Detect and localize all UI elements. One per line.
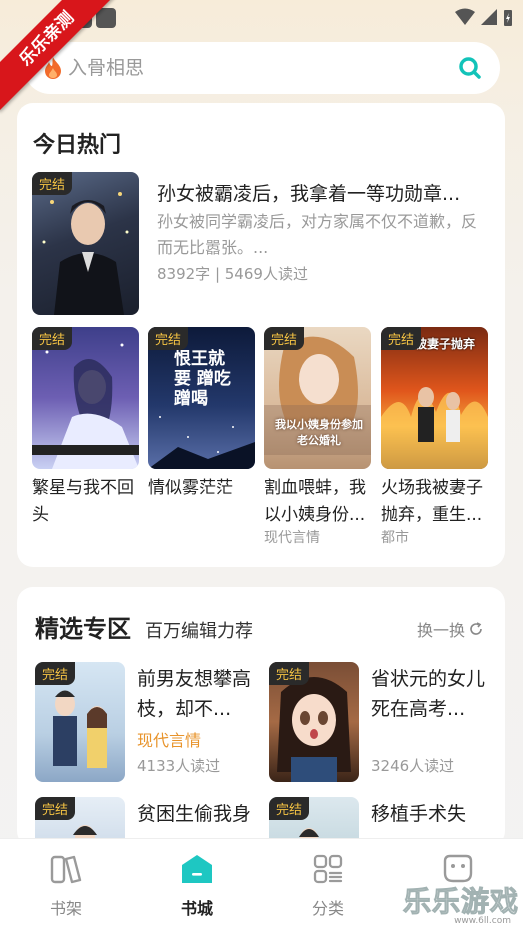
tab-label: 书架: [49, 899, 82, 918]
watermark-url: www.6ll.com: [454, 916, 511, 926]
book-cover[interactable]: 完结: [32, 172, 139, 315]
battery-icon: [504, 10, 512, 26]
search-bar[interactable]: [24, 42, 500, 94]
brand-watermark: 乐乐游戏: [402, 885, 519, 919]
status-badge: 完结: [148, 327, 189, 350]
search-icon[interactable]: [458, 56, 482, 80]
tab-category[interactable]: 分类: [288, 853, 368, 919]
book-title[interactable]: 前男友想攀高枝，却不...: [137, 664, 259, 724]
book-cover[interactable]: 被妻子抛弃 完结: [381, 327, 488, 469]
refresh-icon: [470, 622, 482, 635]
section-subtitle: 百万编辑力荐: [145, 621, 253, 642]
refresh-button[interactable]: 换一换: [417, 617, 483, 641]
selected-zone-section: 精选专区 百万编辑力荐 换一换 完结 前男友想攀高枝，却不... 现代言情 41…: [17, 587, 505, 857]
status-badge: 完结: [269, 797, 310, 820]
status-badge: 完结: [264, 327, 305, 350]
book-cover[interactable]: 我以小姨身份参加老公婚礼 完结: [264, 327, 371, 469]
book-genre-tag: 现代言情: [137, 731, 202, 750]
status-badge: 完结: [269, 662, 310, 685]
system-icons: [455, 8, 513, 26]
section-title: 精选专区: [35, 615, 131, 643]
section-header: 精选专区 百万编辑力荐: [35, 609, 253, 644]
book-title[interactable]: 火场我被妻子抛弃，重生...: [381, 475, 491, 529]
status-badge: 完结: [32, 327, 73, 350]
refresh-label: 换一换: [416, 621, 465, 640]
book-cover[interactable]: 完结: [269, 662, 359, 782]
tab-bookshelf[interactable]: 书架: [26, 853, 106, 919]
hot-today-section: 今日热门 完结 孙女被霸凌后，我拿着一等功勋章... 孙女被同学霸凌后，对方家属…: [17, 103, 505, 567]
search-input[interactable]: [68, 52, 448, 84]
section-title: 今日热门: [33, 133, 122, 158]
tab-bookstore[interactable]: 书城: [157, 853, 237, 919]
book-title[interactable]: 贫困生偷我身份，偷了...: [137, 799, 259, 829]
book-meta: 3246人读过: [371, 757, 455, 775]
featured-book-meta: 8392字 | 5469人读过: [157, 265, 308, 283]
book-title[interactable]: 省状元的女儿死在高考...: [371, 664, 493, 724]
book-cover[interactable]: 完结: [32, 327, 139, 469]
cover-title-text: 恨王就要 蹭吃蹭喝: [174, 349, 231, 409]
book-cover[interactable]: 完结: [35, 662, 125, 782]
featured-book-desc: 孙女被同学霸凌后，对方家属不仅不道歉，反而无比嚣张。...: [157, 212, 478, 257]
cover-title-text: 被妻子抛弃: [415, 337, 476, 351]
category-icon: [313, 854, 343, 884]
book-genre-tag: 都市: [381, 530, 409, 546]
book-title[interactable]: 移植手术失败，我假死...: [371, 799, 493, 829]
book-cover[interactable]: 恨王就要 蹭吃蹭喝 完结: [148, 327, 255, 469]
featured-book-title[interactable]: 孙女被霸凌后，我拿着一等功勋章...: [157, 179, 487, 206]
status-badge: 完结: [381, 327, 422, 350]
book-genre-tag: 现代言情: [264, 530, 320, 546]
status-badge: 完结: [35, 797, 76, 820]
book-title[interactable]: 割血喂蚌，我以小姨身份...: [264, 475, 374, 529]
bookshelf-icon: [50, 855, 82, 884]
bookstore-icon: [182, 855, 212, 883]
book-title[interactable]: 情似雾茫茫: [148, 475, 258, 502]
tab-label: 书城: [180, 899, 213, 918]
book-title[interactable]: 繁星与我不回头: [32, 475, 142, 529]
signal-icon: [481, 9, 497, 25]
status-badge: 完结: [32, 172, 73, 195]
cover-title-text: 我以小姨身份参加老公婚礼: [275, 418, 363, 447]
status-badge: 完结: [35, 662, 76, 685]
wifi-icon: [455, 8, 475, 25]
book-meta: 4133人读过: [137, 757, 221, 775]
tab-label: 分类: [311, 899, 344, 918]
